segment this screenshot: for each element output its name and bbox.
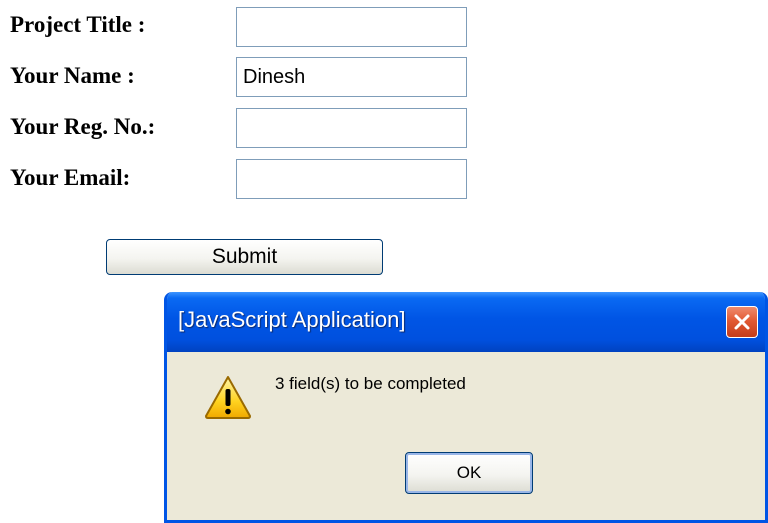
dialog-titlebar[interactable]: [JavaScript Application] [167, 292, 765, 352]
close-button[interactable] [726, 306, 758, 338]
submit-button[interactable]: Submit [106, 239, 383, 275]
ok-button[interactable]: OK [405, 452, 533, 494]
project-title-input[interactable] [236, 7, 467, 47]
dialog-message: 3 field(s) to be completed [275, 374, 466, 393]
warning-icon [205, 376, 251, 419]
alert-dialog: [JavaScript Application] 3 field(s) to b… [164, 292, 768, 523]
project-title-label: Project Title : [10, 12, 146, 37]
close-icon [734, 314, 750, 330]
your-name-input[interactable] [236, 57, 467, 97]
page: Project Title : Your Name : Your Reg. No… [0, 0, 768, 523]
reg-no-input[interactable] [236, 108, 467, 148]
email-label: Your Email: [10, 165, 131, 190]
reg-no-label: Your Reg. No.: [10, 114, 156, 139]
dialog-title: [JavaScript Application] [178, 307, 406, 332]
your-name-label: Your Name : [10, 63, 135, 88]
email-input[interactable] [236, 159, 467, 199]
